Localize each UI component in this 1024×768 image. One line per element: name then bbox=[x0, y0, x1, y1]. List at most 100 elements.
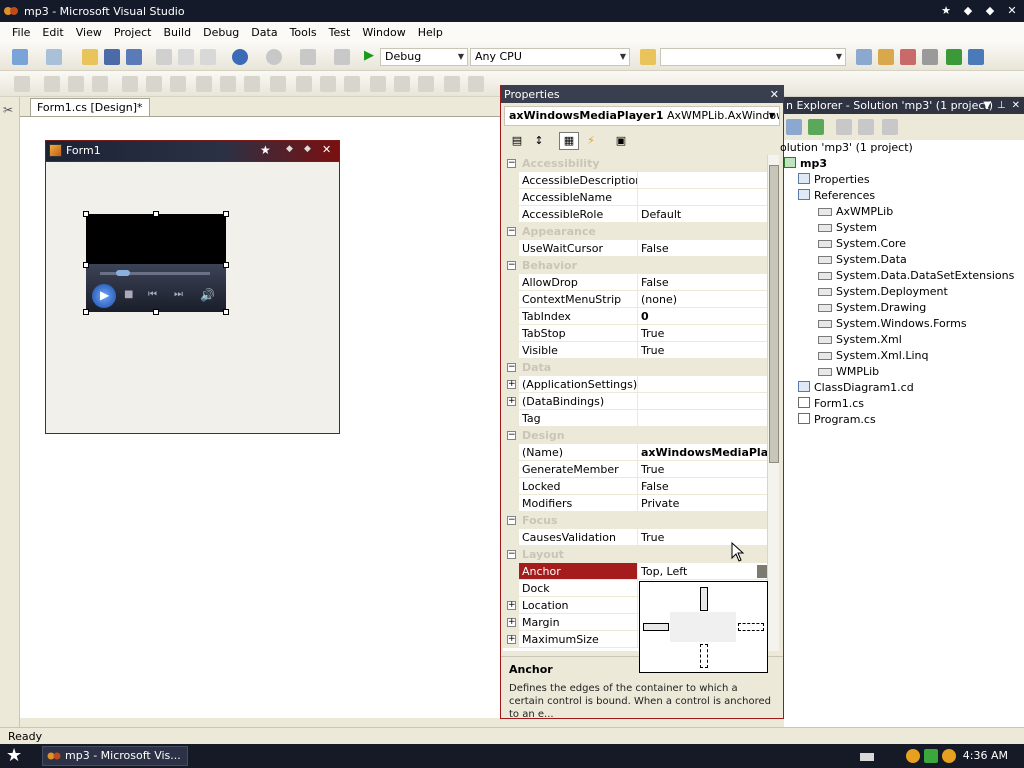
previous-icon[interactable]: ⏮ bbox=[148, 289, 157, 300]
find-in-files-icon[interactable] bbox=[640, 49, 656, 65]
property-value[interactable]: Top, Left bbox=[638, 563, 767, 580]
property-value[interactable]: Default bbox=[638, 206, 767, 223]
tray-network-icon[interactable] bbox=[924, 749, 938, 763]
tray-app-icon[interactable] bbox=[906, 749, 920, 763]
menu-file[interactable]: File bbox=[6, 26, 36, 39]
anchor-bottom-toggle[interactable] bbox=[700, 644, 708, 668]
tree-item-system-deployment[interactable]: System.Deployment bbox=[818, 284, 948, 300]
make-same-width-icon[interactable] bbox=[196, 76, 212, 92]
property-category[interactable]: − Design bbox=[503, 427, 767, 444]
tree-item-classdiagram1-cd[interactable]: ClassDiagram1.cd bbox=[798, 380, 914, 396]
navigate-back-icon[interactable] bbox=[300, 49, 316, 65]
tree-item-system-windows-forms[interactable]: System.Windows.Forms bbox=[818, 316, 967, 332]
class-diagram-icon[interactable] bbox=[882, 119, 898, 135]
properties-icon[interactable] bbox=[786, 119, 802, 135]
stop-icon[interactable]: ■ bbox=[124, 289, 133, 300]
property-row[interactable]: GenerateMember True bbox=[503, 461, 767, 478]
toolbox-icon[interactable] bbox=[922, 49, 938, 65]
clock[interactable]: 4:36 AM bbox=[963, 744, 1008, 768]
align-rights-icon[interactable] bbox=[92, 76, 108, 92]
navigate-forward-icon[interactable] bbox=[334, 49, 350, 65]
property-row[interactable]: Anchor Top, Left bbox=[503, 563, 767, 580]
property-row[interactable]: UseWaitCursor False bbox=[503, 240, 767, 257]
tree-item-system-xml[interactable]: System.Xml bbox=[818, 332, 902, 348]
command-window-icon[interactable] bbox=[968, 49, 984, 65]
property-row[interactable]: Visible True bbox=[503, 342, 767, 359]
anchor-right-toggle[interactable] bbox=[738, 623, 764, 631]
open-file-icon[interactable] bbox=[82, 49, 98, 65]
property-category[interactable]: − Layout bbox=[503, 546, 767, 563]
start-page-icon[interactable] bbox=[946, 49, 962, 65]
property-row[interactable]: Modifiers Private bbox=[503, 495, 767, 512]
resize-handle-top-left[interactable] bbox=[83, 211, 89, 217]
property-value[interactable]: True bbox=[638, 342, 767, 359]
property-grid[interactable]: − Accessibility AccessibleDescription Acces… bbox=[503, 155, 767, 651]
property-value[interactable]: False bbox=[638, 274, 767, 291]
menu-test[interactable]: Test bbox=[323, 26, 357, 39]
tree-item-program-cs[interactable]: Program.cs bbox=[798, 412, 876, 428]
tree-item-system-xml-linq[interactable]: System.Xml.Linq bbox=[818, 348, 928, 364]
keyboard-icon[interactable] bbox=[860, 753, 874, 761]
undo-icon[interactable] bbox=[232, 49, 248, 65]
decrease-spacing-icon[interactable] bbox=[344, 76, 360, 92]
tree-item-form1-cs[interactable]: Form1.cs bbox=[798, 396, 864, 412]
view-designer-icon[interactable] bbox=[858, 119, 874, 135]
bring-to-front-icon[interactable] bbox=[444, 76, 460, 92]
auto-hide-icon[interactable]: ⊥ bbox=[997, 97, 1006, 114]
property-category[interactable]: − Focus bbox=[503, 512, 767, 529]
solution-tree[interactable]: olution 'mp3' (1 project) mp3 Properties Re… bbox=[780, 140, 1024, 727]
window-title-bar[interactable]: mp3 - Microsoft Visual Studio ★ ◆ ◆ ✕ bbox=[0, 0, 1024, 22]
properties-window-icon[interactable] bbox=[878, 49, 894, 65]
tree-item-system-drawing[interactable]: System.Drawing bbox=[818, 300, 926, 316]
property-value[interactable]: True bbox=[638, 461, 767, 478]
property-row[interactable]: + (DataBindings) bbox=[503, 393, 767, 410]
vertical-spacing-icon[interactable] bbox=[370, 76, 386, 92]
platform-combo[interactable]: Any CPU ▼ bbox=[470, 48, 630, 66]
property-row[interactable]: Tag bbox=[503, 410, 767, 427]
menu-window[interactable]: Window bbox=[356, 26, 411, 39]
resize-handle-bottom-right[interactable] bbox=[223, 309, 229, 315]
seek-thumb[interactable] bbox=[116, 270, 130, 276]
properties-title-bar[interactable]: Properties bbox=[501, 86, 783, 103]
maximize-button[interactable]: ◆ bbox=[982, 3, 998, 19]
property-value[interactable] bbox=[638, 393, 767, 410]
resize-handle-bottom-left[interactable] bbox=[83, 309, 89, 315]
close-icon[interactable]: ✕ bbox=[1012, 97, 1020, 114]
property-value[interactable]: True bbox=[638, 529, 767, 546]
tree-item-system-core[interactable]: System.Core bbox=[818, 236, 906, 252]
tab-form1-design[interactable]: Form1.cs [Design]* bbox=[30, 98, 150, 116]
property-value[interactable] bbox=[638, 189, 767, 206]
tree-item-mp3[interactable]: mp3 bbox=[784, 156, 827, 172]
resize-handle-top-right[interactable] bbox=[223, 211, 229, 217]
tree-item-system[interactable]: System bbox=[818, 220, 877, 236]
form1-client-area[interactable]: ▶ ■ ⏮ ⏭ 🔊 bbox=[46, 161, 339, 433]
property-row[interactable]: AccessibleRole Default bbox=[503, 206, 767, 223]
expand-icon[interactable]: + bbox=[507, 380, 516, 389]
cut-icon[interactable] bbox=[156, 49, 172, 65]
property-value[interactable]: (none) bbox=[638, 291, 767, 308]
expand-icon[interactable]: + bbox=[507, 601, 516, 610]
windows-media-player-control[interactable]: ▶ ■ ⏮ ⏭ 🔊 bbox=[86, 214, 226, 312]
anchor-left-toggle[interactable] bbox=[643, 623, 669, 631]
property-value[interactable] bbox=[638, 376, 767, 393]
horizontal-spacing-icon[interactable] bbox=[296, 76, 312, 92]
send-to-back-icon[interactable] bbox=[468, 76, 484, 92]
search-icon[interactable] bbox=[942, 749, 956, 763]
property-value[interactable] bbox=[638, 172, 767, 189]
refresh-icon[interactable] bbox=[808, 119, 824, 135]
new-project-icon[interactable] bbox=[12, 49, 28, 65]
paste-icon[interactable] bbox=[200, 49, 216, 65]
anchor-dropdown-button[interactable] bbox=[757, 565, 767, 578]
expand-icon[interactable]: + bbox=[507, 635, 516, 644]
object-browser-icon[interactable] bbox=[900, 49, 916, 65]
align-middles-icon[interactable] bbox=[146, 76, 162, 92]
property-row[interactable]: CausesValidation True bbox=[503, 529, 767, 546]
properties-view-button[interactable]: ▦ bbox=[559, 132, 579, 150]
object-selector[interactable]: axWindowsMediaPlayer1 AxWMPLib.AxWindows… bbox=[504, 106, 780, 126]
property-row[interactable]: AllowDrop False bbox=[503, 274, 767, 291]
collapse-icon[interactable]: − bbox=[507, 550, 516, 559]
start-debugging-icon[interactable]: ▶ bbox=[364, 48, 374, 63]
tree-item-wmplib[interactable]: WMPLib bbox=[818, 364, 879, 380]
form1-title-bar[interactable]: Form1 bbox=[46, 141, 339, 161]
toolbox-icon[interactable]: ✂ bbox=[3, 103, 13, 117]
